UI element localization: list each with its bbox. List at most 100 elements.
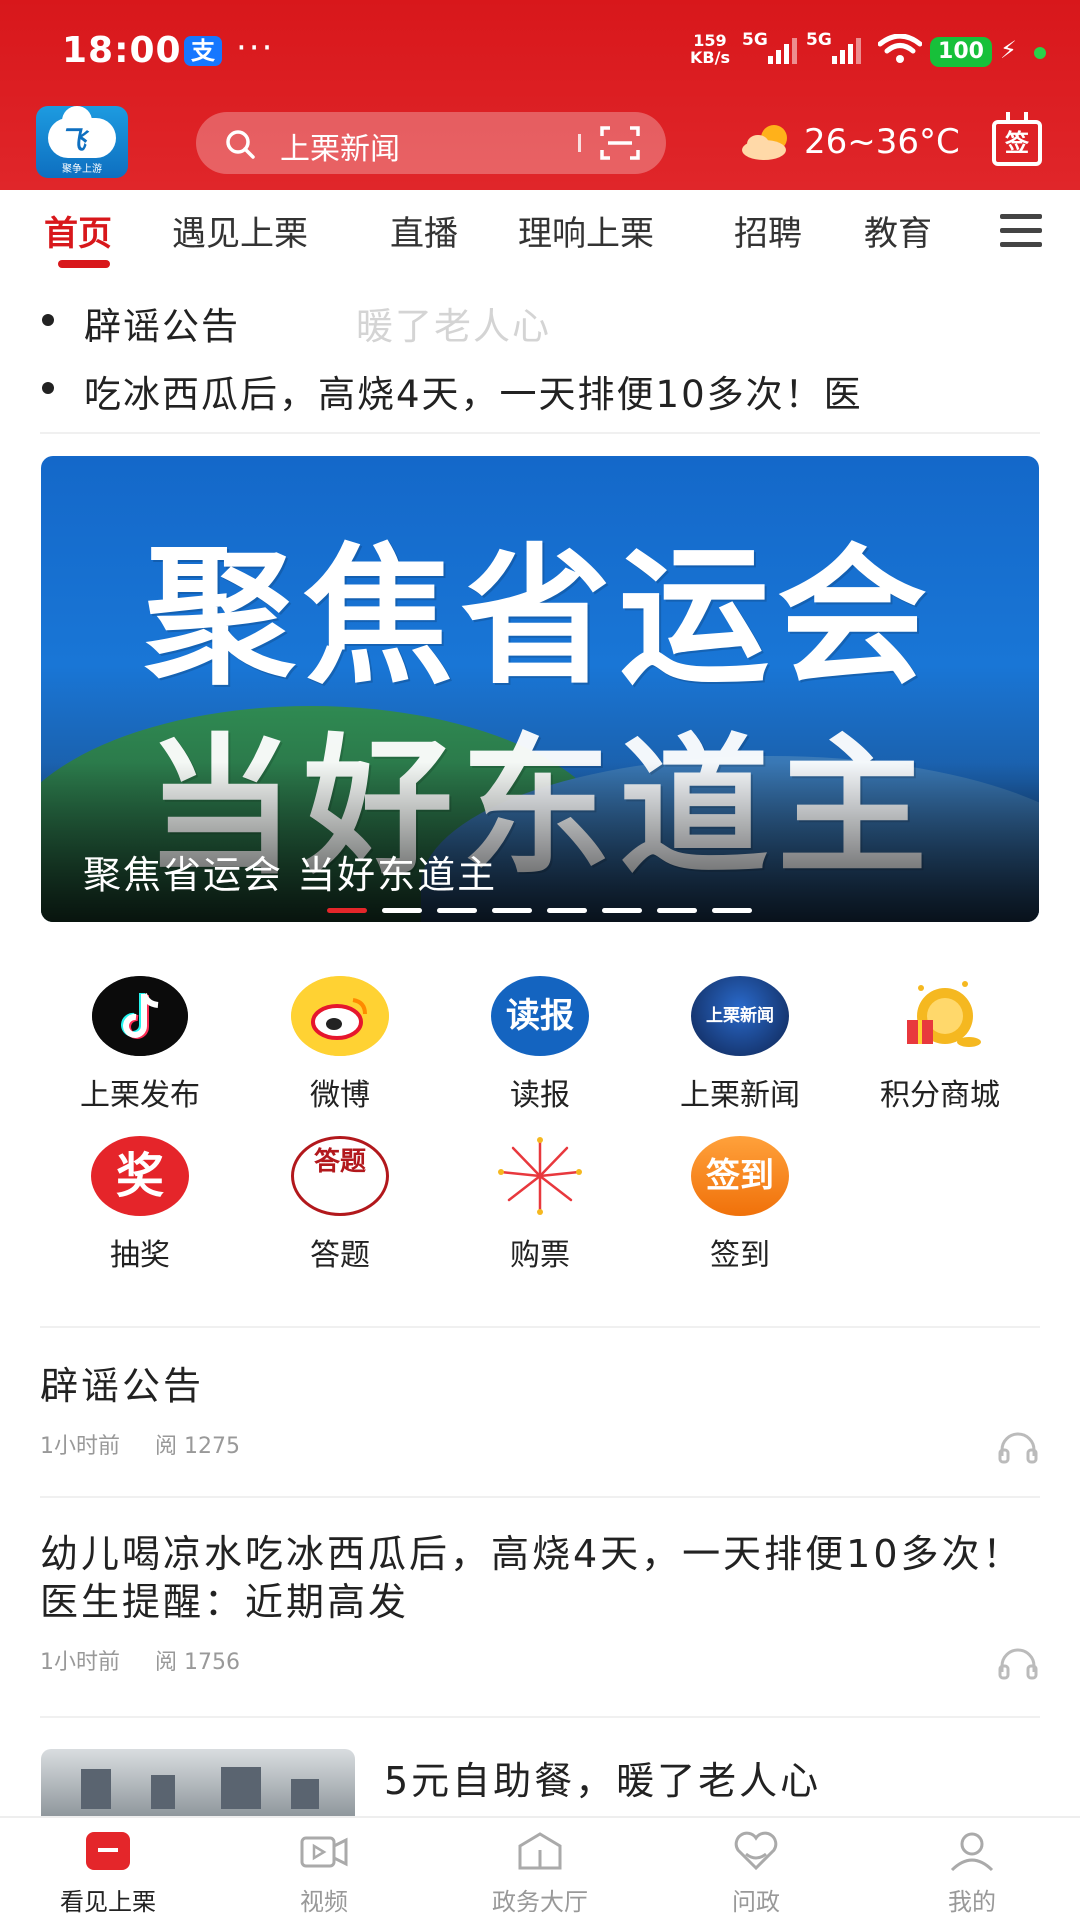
status-bar: 18:00 支 ··· 159 KB/s 5G 5G 100 ⚡ (0, 0, 1080, 100)
news-icon: 上栗新闻 (691, 976, 789, 1056)
shortcut-buy-ticket[interactable]: 购票 (440, 1136, 640, 1286)
logo-mark-icon: 飞 (60, 126, 87, 156)
divider (40, 432, 1040, 434)
app-logo-text: 聚争上游 (62, 164, 102, 175)
headphones-icon[interactable] (998, 1432, 1038, 1464)
tab-meet-shangli[interactable]: 遇见上栗 (172, 206, 308, 255)
shortcut-label: 答题 (310, 1238, 370, 1273)
article-title: 辟谣公告 (40, 1364, 205, 1408)
nav-label: 政务大厅 (492, 1888, 588, 1916)
shortcut-read-paper[interactable]: 读报 读报 (440, 976, 640, 1126)
shortcut-label: 积分商城 (880, 1078, 1000, 1113)
shortcut-weibo[interactable]: 微博 (240, 976, 440, 1126)
article-reads: 阅 1756 (155, 1650, 240, 1675)
checkin-icon: 签到 (691, 1136, 789, 1216)
channel-tabs: 首页 遇见上栗 直播 理响上栗 招聘 教育 (0, 190, 1080, 274)
article-time: 1小时前 (40, 1650, 120, 1675)
article-item[interactable]: 辟谣公告 1小时前 阅 1275 (40, 1362, 1040, 1464)
carousel-dot[interactable] (327, 908, 367, 913)
tab-home[interactable]: 首页 (44, 206, 112, 255)
nav-profile[interactable]: 我的 (864, 1818, 1080, 1920)
shortcut-quiz[interactable]: 答题 答题 (240, 1136, 440, 1286)
divider (40, 1716, 1040, 1718)
shortcut-label: 上栗发布 (80, 1078, 200, 1113)
shortcut-label: 上栗新闻 (680, 1078, 800, 1113)
shortcut-lottery[interactable]: 奖 抽奖 (40, 1136, 240, 1286)
tab-education[interactable]: 教育 (864, 206, 932, 255)
nav-label: 看见上栗 (60, 1888, 156, 1916)
heart-icon (734, 1831, 778, 1871)
ticker-item-text: 吃冰西瓜后，高烧4天，一天排便10多次！医 (84, 373, 863, 416)
carousel-dot[interactable] (547, 908, 587, 913)
ticker-item[interactable]: 暖了老人心 辟谣公告 (40, 290, 1050, 358)
tab-jobs[interactable]: 招聘 (734, 206, 802, 255)
article-item[interactable]: 幼儿喝凉水吃冰西瓜后，高烧4天，一天排便10多次！医生提醒：近期高发 1小时前 … (40, 1530, 1040, 1680)
home-news-icon (86, 1832, 130, 1870)
carousel-dot[interactable] (382, 908, 422, 913)
partly-cloudy-icon (742, 125, 787, 160)
shortcut-label: 抽奖 (110, 1238, 170, 1273)
shortcut-points-mall[interactable]: 积分商城 (840, 976, 1040, 1126)
ticker-item[interactable]: 吃冰西瓜后，高烧4天，一天排便10多次！医 (40, 358, 1050, 426)
divider (40, 1326, 1040, 1328)
divider (40, 1496, 1040, 1498)
nav-gov-hall[interactable]: 政务大厅 (432, 1818, 648, 1920)
tab-lixiang-shangli[interactable]: 理响上栗 (518, 206, 654, 255)
carousel-dot[interactable] (437, 908, 477, 913)
banner-caption: 聚焦省运会 当好东道主 (83, 853, 498, 897)
network-type-1: 5G (742, 30, 768, 50)
nav-video[interactable]: 视频 (216, 1818, 432, 1920)
shortcut-label: 读报 (510, 1078, 570, 1113)
bottom-navigation: 看见上栗 视频 政务大厅 问政 我的 (0, 1816, 1080, 1920)
scan-icon[interactable] (600, 126, 640, 160)
shortcut-shangli-news[interactable]: 上栗新闻 上栗新闻 (640, 976, 840, 1126)
status-time: 18:00 (62, 30, 182, 71)
temperature-range: 26~36°C (804, 122, 960, 162)
wifi-icon (878, 34, 922, 63)
nav-inquiry[interactable]: 问政 (648, 1818, 864, 1920)
shortcut-label: 购票 (510, 1238, 570, 1273)
charging-icon: ⚡ (1000, 36, 1017, 64)
nav-label: 我的 (948, 1888, 996, 1916)
lottery-icon: 奖 (91, 1136, 189, 1216)
weibo-icon (291, 976, 389, 1056)
news-ticker: 暖了老人心 辟谣公告 吃冰西瓜后，高烧4天，一天排便10多次！医 (40, 290, 1050, 426)
article-thumbnail[interactable] (41, 1749, 355, 1819)
carousel-dot[interactable] (602, 908, 642, 913)
search-icon (226, 130, 255, 159)
article-meta: 1小时前 阅 1275 (40, 1428, 1040, 1460)
article-reads: 阅 1275 (155, 1434, 240, 1459)
shortcut-shangli-release[interactable]: 上栗发布 (40, 976, 240, 1126)
nav-home[interactable]: 看见上栗 (0, 1818, 216, 1920)
quiz-icon: 答题 (291, 1136, 389, 1216)
network-speed-unit: KB/s (690, 48, 730, 67)
nav-label: 问政 (732, 1888, 780, 1916)
battery-icon: 100 (930, 37, 992, 67)
article-title[interactable]: 5元自助餐，暖了老人心 (384, 1750, 821, 1805)
headphones-icon[interactable] (998, 1648, 1038, 1680)
carousel-dot[interactable] (712, 908, 752, 913)
video-icon (300, 1836, 348, 1868)
article-time: 1小时前 (40, 1434, 120, 1459)
signal-icon (768, 38, 798, 64)
signin-calendar-button[interactable]: 签 (992, 112, 1042, 166)
channel-menu-icon[interactable] (1000, 214, 1042, 248)
ticker-ghost-text: 暖了老人心 (356, 305, 551, 348)
hero-banner[interactable]: 聚焦省运会 当好东道主 聚焦省运会 当好东道主 (41, 456, 1039, 922)
app-header: 18:00 支 ··· 159 KB/s 5G 5G 100 ⚡ 飞 聚争上游 (0, 0, 1080, 190)
user-icon (950, 1832, 994, 1872)
bullet-icon (42, 382, 54, 394)
active-tab-indicator (58, 260, 110, 268)
thumbnail-figure (151, 1775, 175, 1809)
privacy-indicator-icon (1034, 47, 1046, 59)
carousel-dot[interactable] (492, 908, 532, 913)
search-placeholder: 上栗新闻 (280, 132, 400, 167)
shortcut-checkin[interactable]: 签到 签到 (640, 1136, 840, 1286)
tab-live[interactable]: 直播 (390, 206, 458, 255)
carousel-dot[interactable] (657, 908, 697, 913)
banner-headline-1: 聚焦省运会 (144, 529, 935, 705)
signal-icon-2 (832, 38, 862, 64)
search-bar[interactable]: 上栗新闻 (196, 112, 666, 174)
app-logo[interactable]: 飞 聚争上游 (36, 106, 128, 178)
network-type-2: 5G (806, 30, 832, 50)
